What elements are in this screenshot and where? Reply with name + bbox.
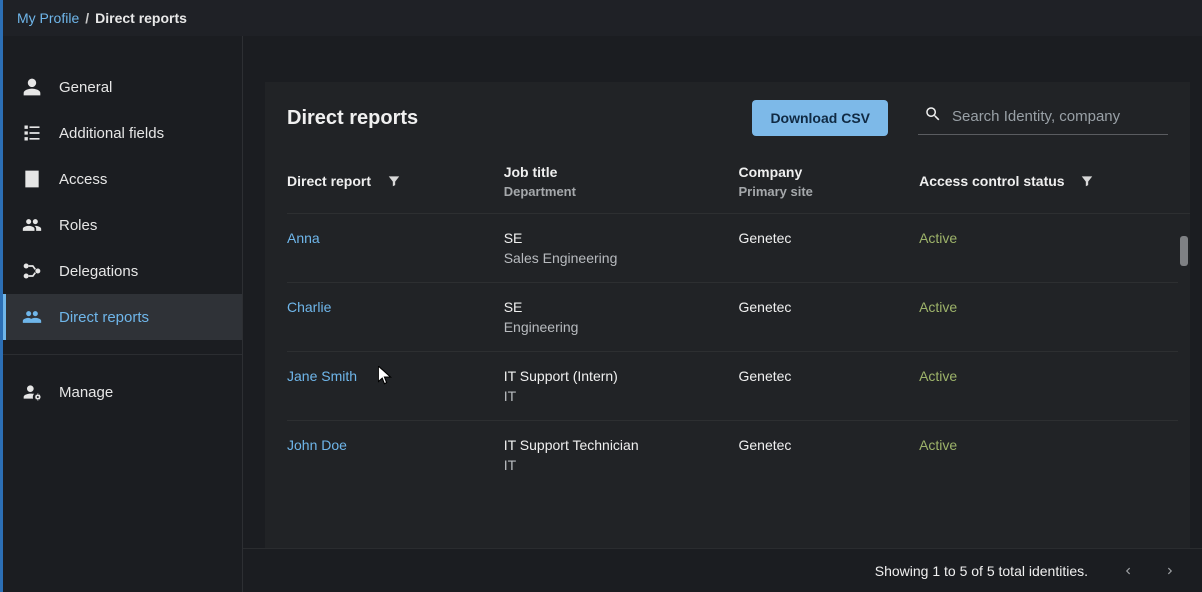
filter-icon[interactable]: [1080, 174, 1094, 191]
team-icon: [21, 306, 43, 328]
department: Sales Engineering: [504, 250, 729, 266]
department: IT: [504, 388, 729, 404]
building-icon: [21, 168, 43, 190]
prev-page-button[interactable]: [1116, 559, 1140, 583]
list-icon: [21, 122, 43, 144]
identity-link[interactable]: Charlie: [287, 299, 331, 315]
job-title: SE: [504, 230, 729, 246]
job-title: SE: [504, 299, 729, 315]
job-title: IT Support (Intern): [504, 368, 729, 384]
job-title: IT Support Technician: [504, 437, 729, 453]
status-badge: Active: [919, 368, 957, 384]
search-icon: [924, 105, 952, 128]
status-badge: Active: [919, 230, 957, 246]
sidebar-item-label: General: [59, 79, 112, 96]
direct-reports-table: Direct report Job title Department: [287, 148, 1190, 489]
sidebar-item-label: Delegations: [59, 263, 138, 280]
sidebar-item-direct-reports[interactable]: Direct reports: [3, 294, 242, 340]
col-company[interactable]: Company Primary site: [738, 148, 919, 214]
sidebar-item-additional-fields[interactable]: Additional fields: [3, 110, 242, 156]
company: Genetec: [738, 352, 919, 421]
search-field[interactable]: [918, 101, 1168, 135]
table-row[interactable]: Jane Smith IT Support (Intern) IT GenetecAc…: [287, 352, 1190, 421]
scrollbar-thumb[interactable]: [1180, 236, 1188, 266]
breadcrumb-current: Direct reports: [95, 10, 187, 26]
identity-link[interactable]: Jane Smith: [287, 368, 357, 384]
identity-link[interactable]: Anna: [287, 230, 320, 246]
sidebar-item-label: Direct reports: [59, 309, 149, 326]
sidebar-item-access[interactable]: Access: [3, 156, 242, 202]
breadcrumb-root[interactable]: My Profile: [17, 10, 79, 26]
search-input[interactable]: [952, 108, 1162, 125]
table-row[interactable]: Charlie SE Engineering GenetecActive: [287, 283, 1190, 352]
filter-icon[interactable]: [387, 174, 401, 191]
table-row[interactable]: Anna SE Sales Engineering GenetecActive: [287, 214, 1190, 283]
company: Genetec: [738, 283, 919, 352]
sidebar-item-delegations[interactable]: Delegations: [3, 248, 242, 294]
pagination-summary: Showing 1 to 5 of 5 total identities.: [875, 563, 1088, 579]
sidebar-item-general[interactable]: General: [3, 64, 242, 110]
col-job-title[interactable]: Job title Department: [504, 148, 739, 214]
department: Engineering: [504, 319, 729, 335]
next-page-button[interactable]: [1158, 559, 1182, 583]
sidebar-item-label: Access: [59, 171, 107, 188]
col-access-status[interactable]: Access control status: [919, 148, 1190, 214]
company: Genetec: [738, 421, 919, 490]
breadcrumb-separator: /: [85, 10, 89, 26]
table-footer: Showing 1 to 5 of 5 total identities.: [243, 548, 1202, 592]
sidebar: General Additional fields Access: [3, 36, 243, 592]
user-icon: [21, 76, 43, 98]
table-row[interactable]: John Doe IT Support Technician IT GenetecAc…: [287, 421, 1190, 490]
company: Genetec: [738, 214, 919, 283]
chevron-right-icon: [1165, 564, 1175, 578]
sidebar-item-label: Roles: [59, 217, 97, 234]
download-csv-button[interactable]: Download CSV: [752, 100, 888, 136]
sidebar-item-label: Manage: [59, 384, 113, 401]
user-cog-icon: [21, 381, 43, 403]
identity-link[interactable]: John Doe: [287, 437, 347, 453]
sidebar-item-label: Additional fields: [59, 125, 164, 142]
vertical-scrollbar[interactable]: [1178, 236, 1190, 488]
page-title: Direct reports: [287, 107, 752, 130]
sidebar-item-roles[interactable]: Roles: [3, 202, 242, 248]
status-badge: Active: [919, 437, 957, 453]
department: IT: [504, 457, 729, 473]
col-direct-report[interactable]: Direct report: [287, 148, 504, 214]
breadcrumb: My Profile / Direct reports: [3, 0, 1202, 36]
delegation-icon: [21, 260, 43, 282]
chevron-left-icon: [1123, 564, 1133, 578]
status-badge: Active: [919, 299, 957, 315]
users-icon: [21, 214, 43, 236]
sidebar-item-manage[interactable]: Manage: [3, 369, 242, 415]
